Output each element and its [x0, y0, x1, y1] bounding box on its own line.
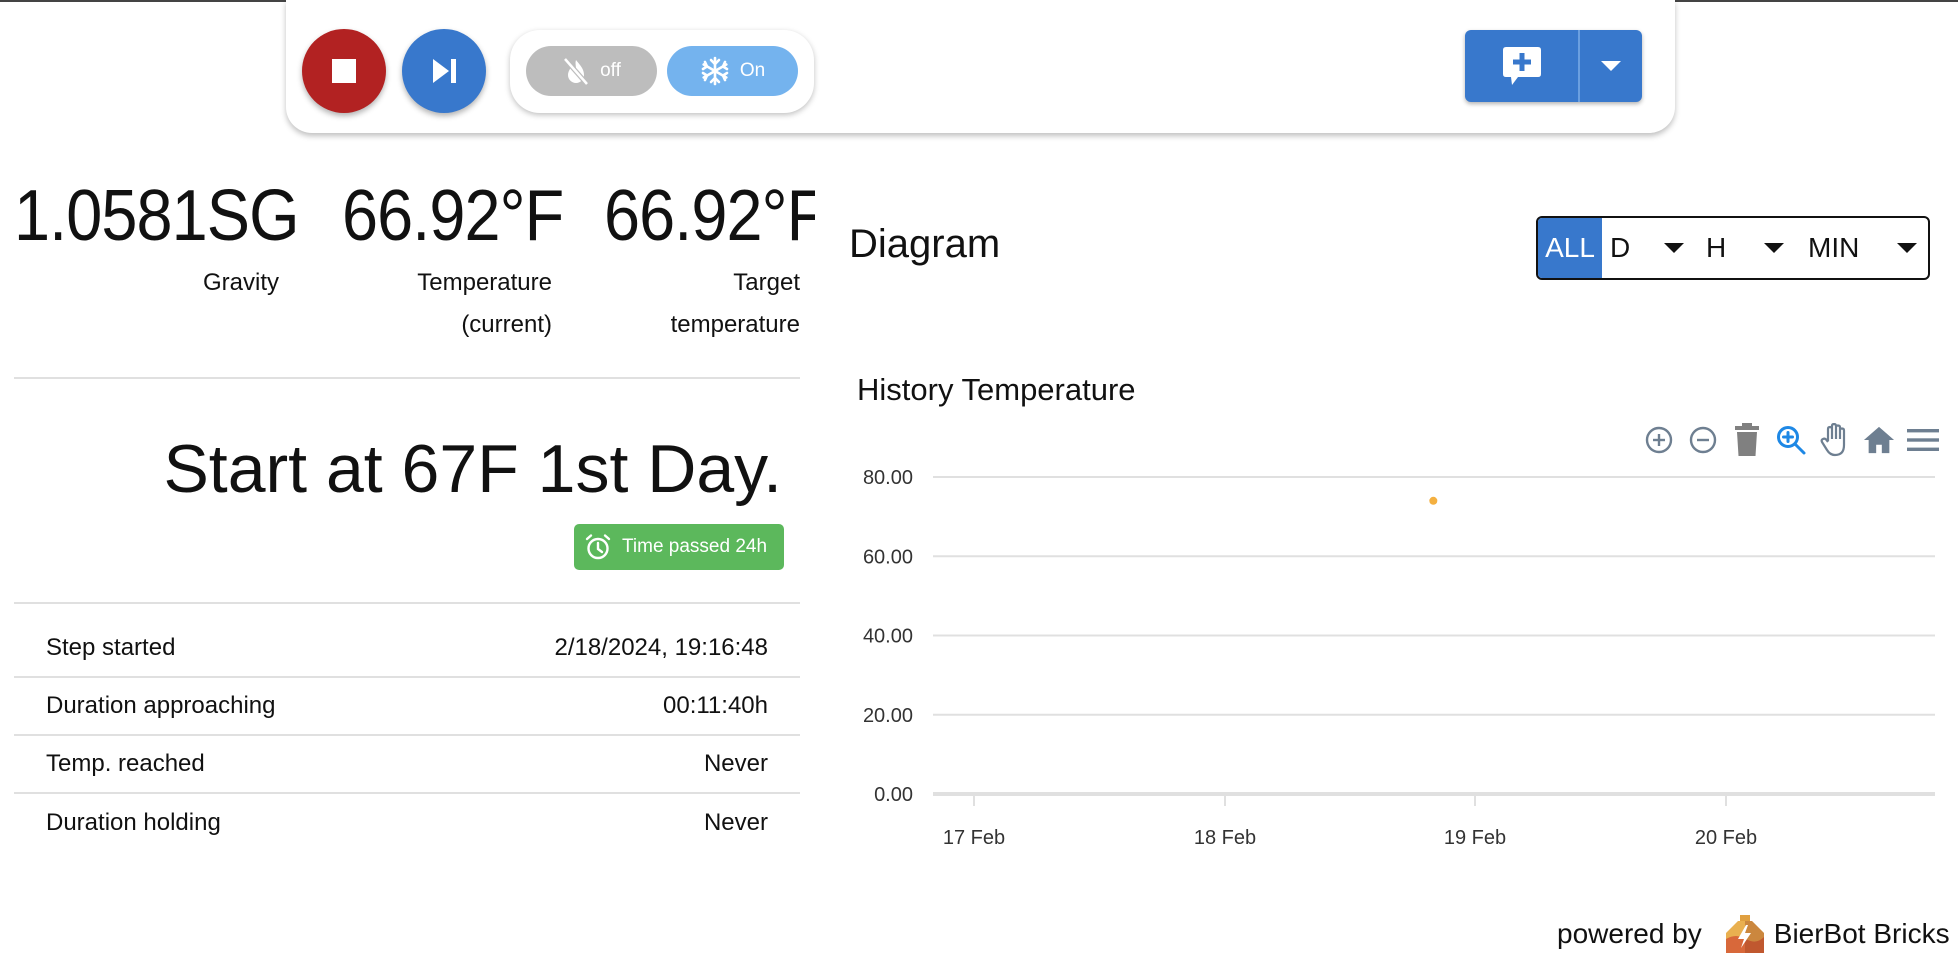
row-label: Temp. reached	[46, 750, 205, 777]
y-tick-label: 0.00	[874, 784, 913, 806]
cooler-toggle-label: On	[739, 60, 766, 81]
alarm-clock-icon	[585, 534, 611, 560]
x-tick-label: 20 Feb	[1695, 827, 1757, 849]
row-label: Step started	[46, 634, 176, 661]
pan-hand-icon	[1820, 423, 1846, 457]
time-range-selector: ALL D H MIN	[1536, 216, 1930, 280]
skip-step-button[interactable]	[402, 29, 486, 113]
range-minutes-dropdown[interactable]: MIN	[1798, 218, 1918, 278]
table-row: Duration approaching 00:11:40h	[14, 678, 800, 736]
metric-label: Temperature (current)	[417, 269, 552, 338]
table-row: Step started 2/18/2024, 19:16:48	[14, 620, 800, 678]
y-tick-label: 40.00	[863, 626, 913, 648]
footer-brand: BierBot Bricks	[1773, 918, 1950, 949]
row-value: 00:11:40h	[663, 692, 768, 719]
stop-button[interactable]	[302, 29, 386, 113]
range-hours-dropdown[interactable]: H	[1698, 218, 1798, 278]
zoom-in-button[interactable]	[1643, 422, 1675, 458]
metric-value: 66.92°F	[342, 176, 564, 256]
menu-icon	[1907, 429, 1939, 451]
selection-zoom-icon	[1777, 426, 1806, 455]
metric-value: 1.0581SG	[14, 176, 300, 256]
row-value: Never	[703, 809, 768, 836]
row-value: Never	[703, 750, 768, 777]
range-all-button[interactable]: ALL	[1538, 218, 1602, 278]
data-point	[1429, 496, 1438, 505]
add-comment-icon	[1502, 47, 1541, 85]
heater-toggle-label: off	[600, 60, 621, 81]
footer: powered by BierBot Bricks	[1557, 915, 1950, 953]
snowflake-icon	[701, 56, 729, 86]
caret-down-icon	[1764, 243, 1785, 253]
step-info-table: Step started 2/18/2024, 19:16:48 Duratio…	[14, 620, 800, 852]
range-hours-label: H	[1706, 232, 1727, 263]
add-comment-split-button	[1465, 30, 1642, 102]
pan-button[interactable]	[1819, 422, 1851, 458]
heater-toggle[interactable]: off	[526, 46, 657, 96]
metric-label: Gravity	[202, 269, 279, 296]
diagram-title: Diagram	[849, 222, 1001, 266]
x-tick-label: 18 Feb	[1194, 827, 1256, 849]
divider	[14, 602, 800, 604]
control-toolbar: off On	[286, 0, 1675, 133]
table-row: Duration holding Never	[14, 794, 800, 852]
range-days-dropdown[interactable]: D	[1602, 218, 1698, 278]
clear-button[interactable]	[1731, 422, 1763, 458]
x-tick-label: 19 Feb	[1444, 827, 1506, 849]
zoom-out-icon	[1689, 426, 1717, 454]
row-value: 2/18/2024, 19:16:48	[554, 634, 768, 661]
cooler-toggle[interactable]: On	[667, 46, 798, 96]
actuator-toggle-group: off On	[510, 30, 814, 113]
bierbot-logo-icon	[1725, 915, 1764, 953]
comment-options-dropdown[interactable]	[1580, 30, 1642, 102]
metric-gravity: 1.0581SG Gravity	[14, 176, 330, 296]
caret-down-icon	[1664, 243, 1685, 253]
selection-zoom-button[interactable]	[1775, 422, 1807, 458]
metrics-row: 1.0581SG Gravity 66.92°F Temperature (cu…	[14, 176, 815, 380]
chart-title: History Temperature	[857, 372, 1136, 407]
range-minutes-label: MIN	[1808, 232, 1860, 263]
y-tick-label: 60.00	[863, 546, 913, 568]
metric-current-temperature: 66.92°F Temperature (current)	[342, 176, 588, 338]
row-label: Duration approaching	[46, 692, 276, 719]
zoom-in-icon	[1645, 426, 1673, 454]
skip-next-icon	[433, 59, 456, 83]
zoom-out-button[interactable]	[1687, 422, 1719, 458]
metric-label: Target temperature	[670, 269, 800, 338]
metric-target-temperature: 66.92°F Target temperature	[604, 176, 815, 338]
caret-down-icon	[1897, 243, 1918, 253]
divider	[14, 377, 800, 379]
reset-home-icon	[1863, 426, 1895, 454]
badge-text: Time passed 24h	[622, 536, 768, 557]
stop-icon	[332, 59, 356, 83]
caret-down-icon	[1601, 61, 1621, 71]
row-label: Duration holding	[46, 809, 221, 836]
chart-menu-button[interactable]	[1907, 422, 1939, 458]
x-tick-label: 17 Feb	[943, 827, 1005, 849]
y-tick-label: 80.00	[863, 467, 913, 489]
step-title: Start at 67F 1st Day.	[163, 431, 782, 507]
fire-off-icon	[563, 57, 589, 86]
footer-prefix: powered by	[1557, 918, 1702, 949]
step-panel: 1.0581SG Gravity 66.92°F Temperature (cu…	[0, 140, 815, 900]
metric-value: 66.92°F	[604, 176, 815, 256]
add-comment-button[interactable]	[1465, 30, 1578, 102]
reset-zoom-button[interactable]	[1863, 422, 1895, 458]
time-passed-badge: Time passed 24h	[574, 524, 784, 570]
chart-toolbar	[1643, 422, 1939, 458]
table-row: Temp. reached Never	[14, 736, 800, 794]
y-tick-label: 20.00	[863, 705, 913, 727]
range-days-label: D	[1610, 232, 1631, 263]
trash-icon	[1735, 423, 1759, 456]
